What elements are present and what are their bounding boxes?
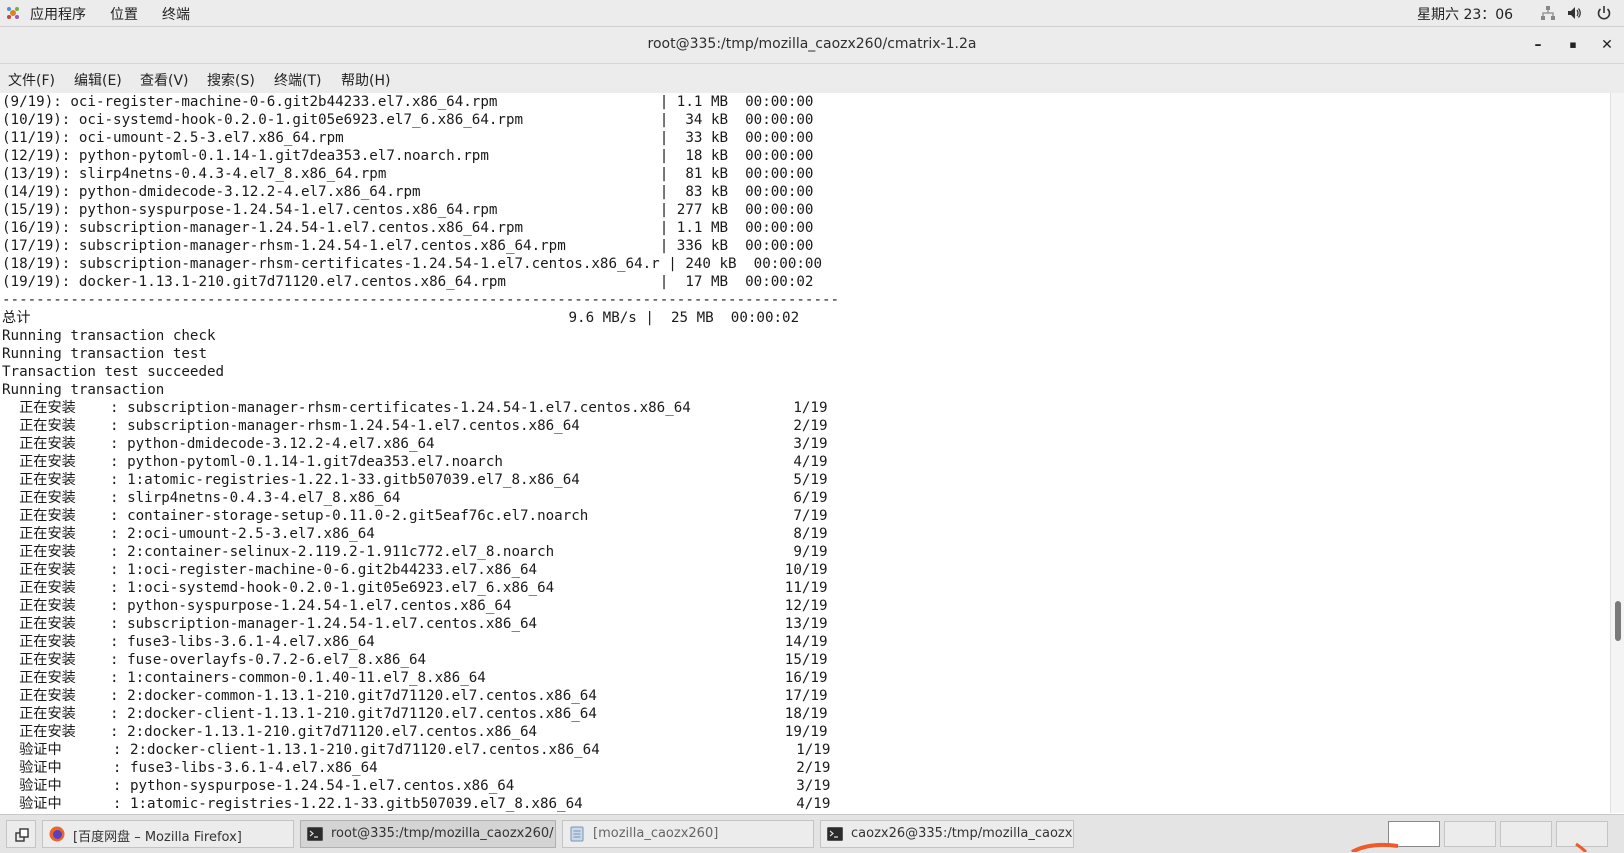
minimize-button[interactable]: –: [1527, 34, 1549, 56]
terminal-line: Running transaction: [2, 382, 165, 398]
clock[interactable]: 星期六 23：06: [1417, 4, 1513, 24]
menu-applications[interactable]: 应用程序: [30, 4, 86, 24]
terminal-line: (10/19): oci-systemd-hook-0.2.0-1.git05e…: [2, 112, 814, 128]
task-terminal-root[interactable]: root@335:/tmp/mozilla_caozx260/…: [300, 820, 556, 848]
folder-icon: [570, 826, 584, 842]
terminal-line: 正在安装 : 2:docker-client-1.13.1-210.git7d7…: [2, 706, 828, 722]
task-firefox[interactable]: [百度网盘 – Mozilla Firefox]: [42, 820, 294, 848]
terminal-line: (15/19): python-syspurpose-1.24.54-1.el7…: [2, 202, 814, 218]
task-label: [mozilla_caozx260]: [593, 826, 719, 841]
power-icon[interactable]: [1596, 5, 1612, 21]
terminal-line: 正在安装 : 2:docker-1.13.1-210.git7d71120.el…: [2, 724, 828, 740]
show-desktop-icon: [15, 828, 29, 842]
menu-terminal[interactable]: 终端: [162, 4, 190, 24]
terminal-icon: [307, 827, 323, 841]
terminal-line: 正在安装 : 2:oci-umount-2.5-3.el7.x86_64 8/1…: [2, 526, 828, 542]
show-desktop-button[interactable]: [6, 820, 36, 848]
annotation-stroke: [1351, 842, 1588, 852]
terminal-line: 验证中 : 2:docker-client-1.13.1-210.git7d71…: [2, 742, 831, 758]
task-label: root@335:/tmp/mozilla_caozx260/…: [331, 826, 556, 841]
terminal-line: 正在安装 : subscription-manager-rhsm-1.24.54…: [2, 418, 828, 434]
menu-file[interactable]: 文件(F): [8, 70, 55, 90]
menu-help[interactable]: 帮助(H): [341, 70, 390, 90]
terminal-line: 正在安装 : container-storage-setup-0.11.0-2.…: [2, 508, 828, 524]
volume-icon[interactable]: [1566, 5, 1582, 21]
scrollbar-thumb[interactable]: [1615, 601, 1621, 641]
terminal-line: Running transaction test: [2, 346, 207, 362]
terminal-line: (18/19): subscription-manager-rhsm-certi…: [2, 256, 822, 272]
menu-places[interactable]: 位置: [110, 4, 138, 24]
close-button[interactable]: ✕: [1596, 34, 1618, 56]
menu-view[interactable]: 查看(V): [140, 70, 189, 90]
terminal-line: Transaction test succeeded: [2, 364, 225, 380]
terminal-line: (11/19): oci-umount-2.5-3.el7.x86_64.rpm…: [2, 130, 814, 146]
terminal-line: 正在安装 : fuse-overlayfs-0.7.2-6.el7_8.x86_…: [2, 652, 828, 668]
menu-edit[interactable]: 编辑(E): [74, 70, 122, 90]
network-icon[interactable]: [1540, 5, 1556, 21]
terminal-line: ----------------------------------------…: [2, 292, 840, 308]
terminal-line: (19/19): docker-1.13.1-210.git7d71120.el…: [2, 274, 814, 290]
terminal-line: (14/19): python-dmidecode-3.12.2-4.el7.x…: [2, 184, 814, 200]
task-terminal-caozx26[interactable]: caozx26@335:/tmp/mozilla_caozx…: [820, 820, 1074, 848]
terminal-line: 正在安装 : python-pytoml-0.1.14-1.git7dea353…: [2, 454, 828, 470]
firefox-icon: [49, 826, 65, 842]
terminal-line: 正在安装 : python-dmidecode-3.12.2-4.el7.x86…: [2, 436, 828, 452]
terminal-line: 验证中 : fuse3-libs-3.6.1-4.el7.x86_64 2/19: [2, 760, 831, 776]
top-panel: 应用程序 位置 终端 星期六 23：06: [0, 0, 1624, 27]
maximize-button[interactable]: ▪: [1562, 34, 1584, 56]
window-titlebar[interactable]: root@335:/tmp/mozilla_caozx260/cmatrix-1…: [0, 27, 1624, 64]
terminal-line: 正在安装 : python-syspurpose-1.24.54-1.el7.c…: [2, 598, 828, 614]
terminal-line: (16/19): subscription-manager-1.24.54-1.…: [2, 220, 814, 236]
terminal-line: 正在安装 : 1:oci-register-machine-0-6.git2b4…: [2, 562, 828, 578]
terminal-line: 总计 9.6 MB/s | 25 MB 00:00:02: [2, 310, 800, 326]
terminal-line: 正在安装 : subscription-manager-rhsm-certifi…: [2, 400, 828, 416]
task-label: caozx26@335:/tmp/mozilla_caozx…: [851, 826, 1074, 841]
terminal-icon: [827, 827, 843, 841]
terminal-menubar: 文件(F) 编辑(E) 查看(V) 搜索(S) 终端(T) 帮助(H): [0, 64, 1624, 94]
menu-terminal-t[interactable]: 终端(T): [274, 70, 321, 90]
terminal-line: 验证中 : 1:atomic-registries-1.22.1-33.gitb…: [2, 796, 831, 812]
terminal-line: (17/19): subscription-manager-rhsm-1.24.…: [2, 238, 814, 254]
terminal-line: 正在安装 : 2:container-selinux-2.119.2-1.911…: [2, 544, 828, 560]
terminal-line: 正在安装 : slirp4netns-0.4.3-4.el7_8.x86_64 …: [2, 490, 828, 506]
terminal-line: 验证中 : python-syspurpose-1.24.54-1.el7.ce…: [2, 778, 831, 794]
menu-search[interactable]: 搜索(S): [207, 70, 255, 90]
terminal-line: 正在安装 : 1:containers-common-0.1.40-11.el7…: [2, 670, 828, 686]
task-label: [百度网盘 – Mozilla Firefox]: [73, 830, 242, 845]
terminal-line: (13/19): slirp4netns-0.4.3-4.el7_8.x86_6…: [2, 166, 814, 182]
terminal-line: (12/19): python-pytoml-0.1.14-1.git7dea3…: [2, 148, 814, 164]
terminal-scrollbar[interactable]: [1610, 93, 1624, 813]
window-title: root@335:/tmp/mozilla_caozx260/cmatrix-1…: [647, 36, 977, 52]
terminal-line: 正在安装 : 1:oci-systemd-hook-0.2.0-1.git05e…: [2, 580, 828, 596]
terminal-line: Running transaction check: [2, 328, 216, 344]
terminal-output[interactable]: (9/19): oci-register-machine-0-6.git2b44…: [0, 93, 1610, 813]
terminal-line: (9/19): oci-register-machine-0-6.git2b44…: [2, 94, 814, 110]
applications-icon: [7, 7, 19, 19]
terminal-line: 正在安装 : 1:atomic-registries-1.22.1-33.git…: [2, 472, 828, 488]
terminal-line: 正在安装 : 2:docker-common-1.13.1-210.git7d7…: [2, 688, 828, 704]
task-folder[interactable]: [mozilla_caozx260]: [562, 820, 814, 848]
terminal-line: 正在安装 : subscription-manager-1.24.54-1.el…: [2, 616, 828, 632]
terminal-line: 正在安装 : fuse3-libs-3.6.1-4.el7.x86_64 14/…: [2, 634, 828, 650]
